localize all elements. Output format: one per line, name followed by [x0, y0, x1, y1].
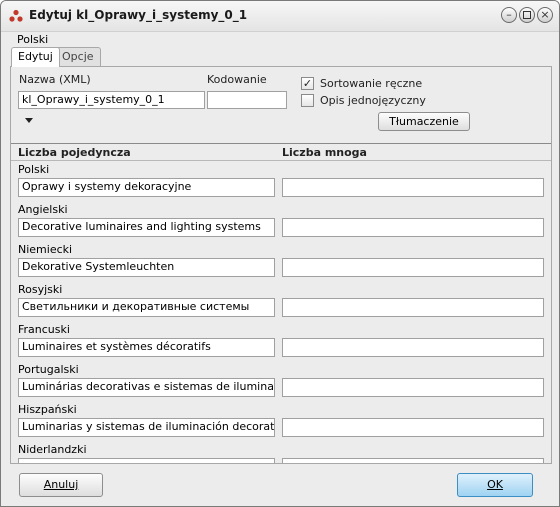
singular-input[interactable]: Luminaires et systèmes décoratifs — [18, 338, 275, 357]
plural-input[interactable] — [282, 418, 544, 437]
plural-input[interactable] — [282, 258, 544, 277]
plural-input[interactable] — [282, 338, 544, 357]
edit-dialog: Edytuj kl_Oprawy_i_systemy_0_1 – × Polsk… — [0, 0, 560, 507]
singular-input[interactable]: Светильники и декоративные системы — [18, 298, 275, 317]
translate-button[interactable]: Tłumaczenie — [378, 112, 470, 131]
ok-button[interactable]: OK — [457, 473, 533, 497]
translation-row: Portugalski Luminárias decorativas e sis… — [11, 363, 551, 403]
translation-row: Niemiecki Dekorative Systemleuchten — [11, 243, 551, 283]
minimize-icon: – — [506, 8, 512, 21]
encoding-label: Kodowanie — [207, 73, 267, 86]
name-xml-input[interactable]: kl_Oprawy_i_systemy_0_1 — [18, 91, 205, 109]
plural-input[interactable] — [282, 458, 544, 463]
tab-opcje[interactable]: Opcje — [55, 47, 101, 66]
manual-sort-checkbox[interactable]: ✓ — [301, 77, 314, 90]
row-language-label: Portugalski — [18, 363, 79, 376]
row-language-label: Niemiecki — [18, 243, 73, 256]
singular-input[interactable]: Luminarias y sistemas de iluminación dec… — [18, 418, 275, 437]
window-title: Edytuj kl_Oprawy_i_systemy_0_1 — [29, 8, 248, 22]
translation-row: Rosyjski Светильники и декоративные сист… — [11, 283, 551, 323]
tab-edytuj[interactable]: Edytuj — [11, 47, 60, 67]
row-language-label: Angielski — [18, 203, 68, 216]
close-button[interactable]: × — [537, 7, 553, 23]
plural-input[interactable] — [282, 178, 544, 197]
singular-input[interactable]: Dekorative Systemleuchten — [18, 258, 275, 277]
expand-arrow-icon[interactable] — [25, 118, 33, 123]
translation-row: Francuski Luminaires et systèmes décorat… — [11, 323, 551, 363]
translation-list[interactable]: Polski Oprawy i systemy dekoracyjne Angi… — [11, 163, 551, 463]
tab-content-panel: Nazwa (XML) kl_Oprawy_i_systemy_0_1 Kodo… — [10, 66, 552, 464]
cancel-button[interactable]: Anuluj — [19, 473, 103, 497]
maximize-icon — [523, 11, 531, 19]
checkmark-icon: ✓ — [302, 77, 313, 90]
singular-input[interactable]: Luminárias decorativas e sistemas de ilu… — [18, 378, 275, 397]
plural-input[interactable] — [282, 218, 544, 237]
single-language-label: Opis jednojęzyczny — [320, 94, 426, 107]
singular-column-header: Liczba pojedyncza — [18, 146, 131, 159]
app-logo-icon — [9, 9, 23, 22]
encoding-input[interactable] — [207, 91, 287, 109]
name-xml-label: Nazwa (XML) — [19, 73, 91, 86]
table-header: Liczba pojedyncza Liczba mnoga — [11, 143, 551, 161]
plural-input[interactable] — [282, 298, 544, 317]
manual-sort-label: Sortowanie ręczne — [320, 77, 423, 90]
minimize-button[interactable]: – — [501, 7, 517, 23]
close-icon: × — [540, 8, 550, 21]
translation-row: Angielski Decorative luminaires and ligh… — [11, 203, 551, 243]
plural-input[interactable] — [282, 378, 544, 397]
plural-column-header: Liczba mnoga — [282, 146, 367, 159]
row-language-label: Francuski — [18, 323, 70, 336]
translation-row: Hiszpański Luminarias y sistemas de ilum… — [11, 403, 551, 443]
singular-input[interactable]: Oprawy i systemy dekoracyjne — [18, 178, 275, 197]
row-language-label: Rosyjski — [18, 283, 63, 296]
maximize-button[interactable] — [519, 7, 535, 23]
dialog-footer: Anuluj OK — [1, 464, 559, 506]
singular-input[interactable] — [18, 458, 275, 463]
translation-row: Niderlandzki — [11, 443, 551, 463]
title-bar[interactable]: Edytuj kl_Oprawy_i_systemy_0_1 – × — [1, 1, 559, 32]
single-language-checkbox[interactable] — [301, 94, 314, 107]
singular-input[interactable]: Decorative luminaires and lighting syste… — [18, 218, 275, 237]
row-language-label: Hiszpański — [18, 403, 77, 416]
row-language-label: Polski — [18, 163, 50, 176]
translation-row: Polski Oprawy i systemy dekoracyjne — [11, 163, 551, 203]
row-language-label: Niderlandzki — [18, 443, 87, 456]
current-language-label: Polski — [17, 33, 49, 46]
